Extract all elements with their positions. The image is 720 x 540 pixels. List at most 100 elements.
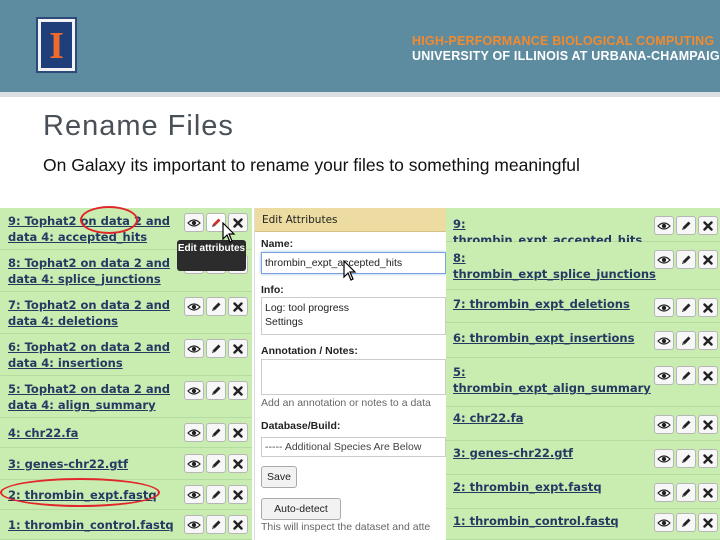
edit-button[interactable] [206,423,226,442]
history-item-title[interactable]: 1: thrombin_control.fastq [8,517,180,533]
history-item[interactable]: 7: Tophat2 on data 2 and data 4: deletio… [0,292,252,334]
delete-button[interactable] [228,297,248,316]
history-item-title[interactable]: 6: thrombin_expt_insertions [453,330,647,346]
annotation-hint: Add an annotation or notes to a data [261,397,431,409]
delete-button[interactable] [698,331,718,350]
delete-button[interactable] [228,454,248,473]
edit-button[interactable] [676,331,696,350]
edit-button[interactable] [206,381,226,400]
view-button[interactable] [184,454,204,473]
edit-button[interactable] [676,216,696,235]
history-item[interactable]: 1: thrombin_control.fastq [0,510,252,540]
history-item[interactable]: 6: Tophat2 on data 2 and data 4: inserti… [0,334,252,376]
history-item[interactable]: 5: Tophat2 on data 2 and data 4: align_s… [0,376,252,418]
x-icon [233,385,243,396]
view-button[interactable] [654,216,674,235]
history-item[interactable]: 2: thrombin_expt.fastq [446,475,720,509]
view-button[interactable] [654,513,674,532]
edit-button[interactable] [676,366,696,385]
view-button[interactable] [184,213,204,232]
delete-button[interactable] [698,513,718,532]
delete-button[interactable] [698,250,718,269]
history-item[interactable]: 4: chr22.fa [446,407,720,441]
history-item[interactable]: 6: thrombin_expt_insertions [446,323,720,358]
history-item-title[interactable]: 5: thrombin_expt_align_summary [453,364,651,396]
info-textarea[interactable]: Log: tool progress Settings [261,297,446,335]
view-button[interactable] [184,515,204,534]
eye-icon [187,490,201,500]
history-item-title[interactable]: 4: chr22.fa [8,425,180,441]
pencil-icon [680,370,692,382]
x-icon [703,370,713,381]
history-item[interactable]: 7: thrombin_expt_deletions [446,290,720,323]
edit-button[interactable] [676,250,696,269]
save-button[interactable]: Save [261,466,297,488]
database-select[interactable]: ----- Additional Species Are Below [261,437,446,457]
view-button[interactable] [184,485,204,504]
history-item-title[interactable]: 3: genes-chr22.gtf [453,445,647,461]
view-button[interactable] [654,250,674,269]
view-button[interactable] [654,483,674,502]
history-item-title[interactable]: 2: thrombin_expt.fastq [453,479,647,495]
history-item-title[interactable]: 5: Tophat2 on data 2 and data 4: align_s… [8,381,180,413]
eye-icon [187,344,201,354]
edit-button[interactable] [676,513,696,532]
view-button[interactable] [184,381,204,400]
view-button[interactable] [654,449,674,468]
edit-button[interactable] [676,415,696,434]
view-button[interactable] [654,415,674,434]
history-item-actions [184,339,248,358]
delete-button[interactable] [698,449,718,468]
edit-button[interactable] [676,449,696,468]
delete-button[interactable] [698,483,718,502]
history-item[interactable]: 8: thrombin_expt_splice_junctions [446,242,720,290]
history-item-actions [654,331,718,350]
history-item-title[interactable]: 3: genes-chr22.gtf [8,456,180,472]
view-button[interactable] [184,423,204,442]
delete-button[interactable] [698,216,718,235]
history-item[interactable]: 1: thrombin_control.fastq [446,509,720,540]
view-button[interactable] [654,298,674,317]
delete-button[interactable] [698,298,718,317]
edit-button[interactable] [206,454,226,473]
history-item-title[interactable]: 8: Tophat2 on data 2 and data 4: splice_… [8,255,180,287]
history-item[interactable]: 5: thrombin_expt_align_summary [446,358,720,407]
auto-detect-button[interactable]: Auto-detect [261,498,341,520]
history-item-actions [184,297,248,316]
edit-button[interactable] [676,483,696,502]
x-icon [703,220,713,231]
delete-button[interactable] [698,366,718,385]
annotation-textarea[interactable] [261,359,446,395]
edit-button[interactable] [676,298,696,317]
history-item-title[interactable]: 8: thrombin_expt_splice_junctions [453,250,656,282]
delete-button[interactable] [228,485,248,504]
view-button[interactable] [654,366,674,385]
highlight-oval [80,206,138,234]
history-item-title[interactable]: 7: thrombin_expt_deletions [453,296,647,312]
delete-button[interactable] [228,339,248,358]
eye-icon [657,488,671,498]
edit-button[interactable] [206,515,226,534]
history-item[interactable]: 3: genes-chr22.gtf [446,441,720,475]
delete-button[interactable] [228,381,248,400]
history-item[interactable]: 3: genes-chr22.gtf [0,448,252,480]
history-item-title[interactable]: 4: chr22.fa [453,410,647,426]
history-item-title[interactable]: 6: Tophat2 on data 2 and data 4: inserti… [8,339,180,371]
history-item[interactable]: 4: chr22.fa [0,418,252,448]
delete-button[interactable] [698,415,718,434]
view-button[interactable] [184,297,204,316]
history-item-actions [184,381,248,400]
edit-button[interactable] [206,485,226,504]
x-icon [703,453,713,464]
edit-button[interactable] [206,297,226,316]
delete-button[interactable] [228,423,248,442]
history-item-title[interactable]: 7: Tophat2 on data 2 and data 4: deletio… [8,297,180,329]
view-button[interactable] [184,339,204,358]
history-item[interactable]: 9: thrombin_expt_accepted_hits [446,208,720,247]
history-item-title[interactable]: 1: thrombin_control.fastq [453,513,647,529]
history-item-actions [184,485,248,504]
edit-button[interactable] [206,339,226,358]
delete-button[interactable] [228,515,248,534]
view-button[interactable] [654,331,674,350]
header-divider [0,92,720,97]
